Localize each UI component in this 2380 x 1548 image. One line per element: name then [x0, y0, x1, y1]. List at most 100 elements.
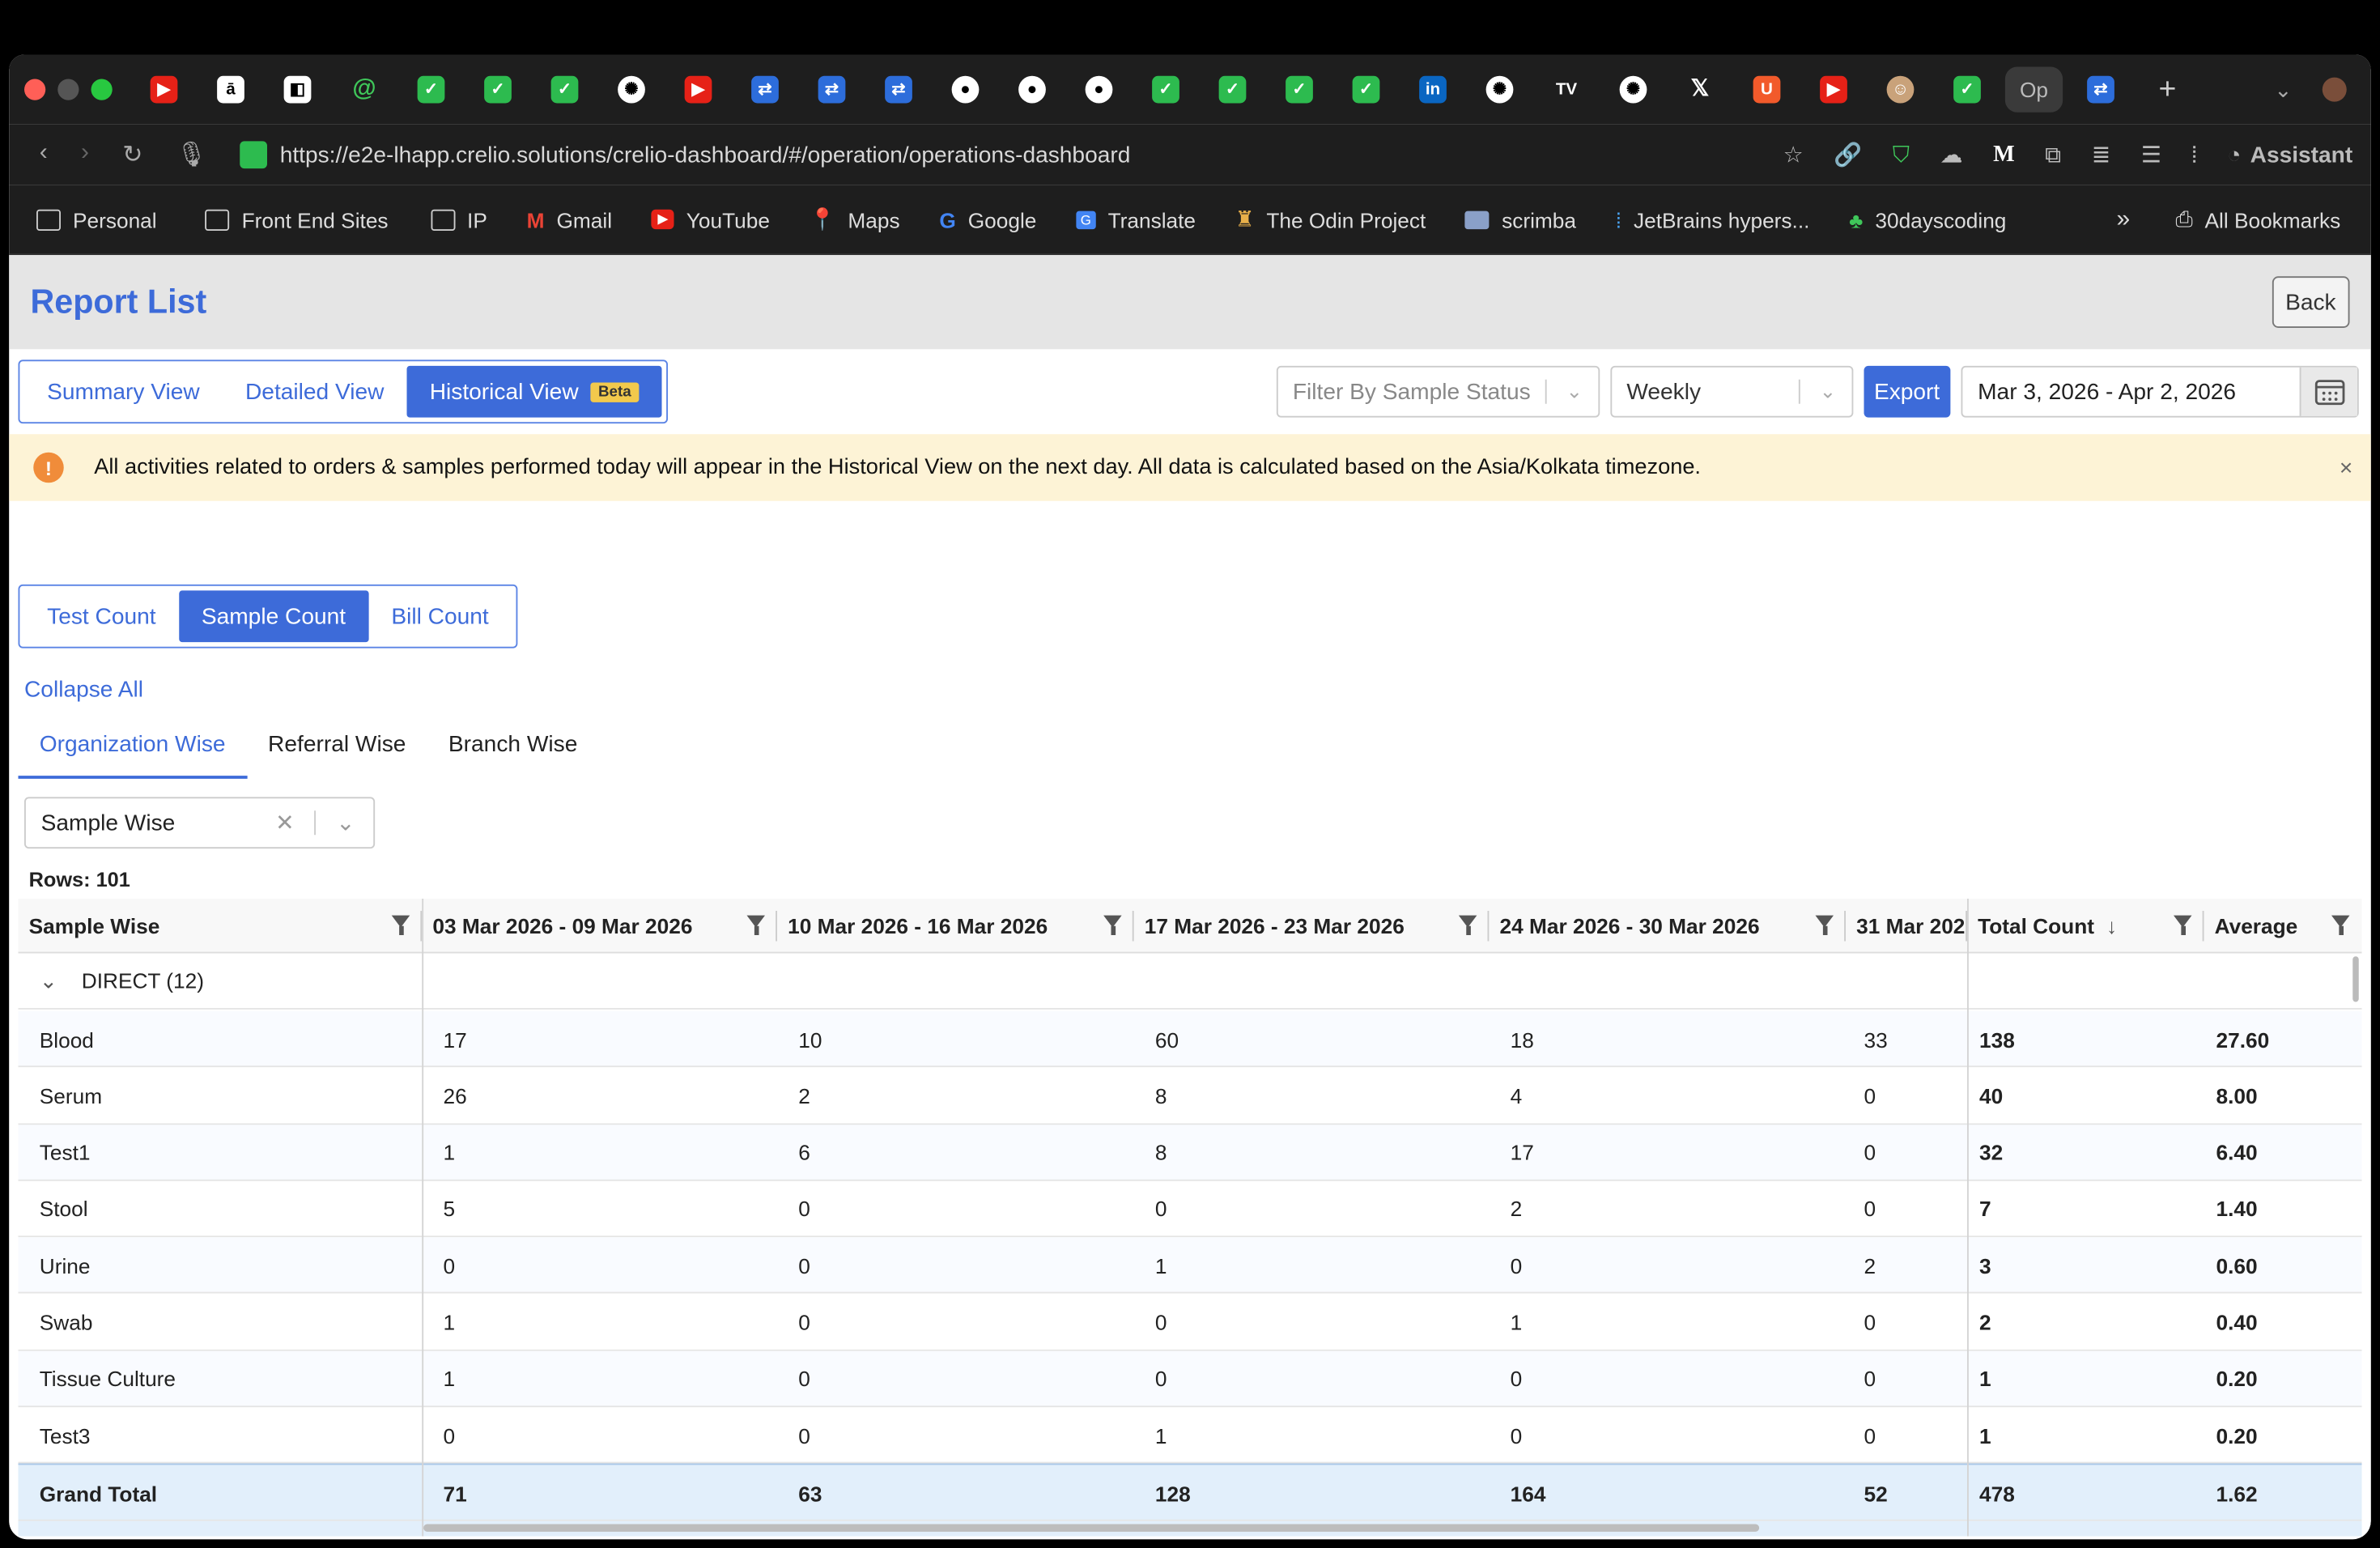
- reader-icon[interactable]: ≣: [2092, 141, 2111, 168]
- tab-check-icon[interactable]: ✓: [1266, 64, 1333, 116]
- tab-jira-icon[interactable]: ⇄: [732, 64, 799, 116]
- tab-chatgpt-icon[interactable]: ✺: [598, 64, 665, 116]
- column-header-7[interactable]: Average: [2204, 899, 2362, 954]
- bookmark-translate[interactable]: G Translate: [1076, 207, 1196, 232]
- profile-avatar-icon[interactable]: [2322, 77, 2347, 102]
- chevron-down-icon[interactable]: ⌄: [40, 968, 57, 993]
- bookmark-jetbrains[interactable]: ⁞ JetBrains hypers...: [1616, 207, 1810, 232]
- cloud-icon[interactable]: ☁: [1940, 141, 1962, 168]
- collapse-all-link[interactable]: Collapse All: [24, 677, 143, 703]
- column-header-0[interactable]: Sample Wise: [19, 899, 423, 954]
- bookmark-front-end-sites[interactable]: Front End Sites: [205, 207, 389, 232]
- tab-check-icon[interactable]: ✓: [465, 64, 532, 116]
- filter-icon[interactable]: [1815, 915, 1834, 935]
- tab-avatar-icon[interactable]: ☺: [1867, 64, 1934, 116]
- tab-chatgpt-icon[interactable]: ✺: [1600, 64, 1667, 116]
- date-range-picker[interactable]: Mar 3, 2026 - Apr 2, 2026: [1961, 365, 2359, 418]
- vertical-scrollbar[interactable]: [2352, 956, 2359, 1002]
- tab-organization-wise[interactable]: Organization Wise: [18, 720, 247, 779]
- tab-check-icon[interactable]: ✓: [1332, 64, 1400, 116]
- tab-github-icon[interactable]: ●: [1065, 64, 1133, 116]
- tab-notion-icon[interactable]: ◧: [264, 64, 331, 116]
- tab-udemy-icon[interactable]: U: [1733, 64, 1800, 116]
- tab-summary-view[interactable]: Summary View: [24, 366, 223, 418]
- bookmark-personal[interactable]: Personal: [36, 207, 157, 232]
- bookmark-star-icon[interactable]: ☆: [1783, 141, 1804, 168]
- calendar-icon[interactable]: [2299, 367, 2357, 416]
- period-select[interactable]: Weekly ⌄: [1609, 365, 1853, 418]
- audio-icon[interactable]: ⦙: [2192, 142, 2197, 168]
- bookmark-gmail[interactable]: M Gmail: [527, 207, 612, 232]
- bookmark-odin-project[interactable]: ♜ The Odin Project: [1235, 206, 1426, 232]
- tab-jira-icon[interactable]: ⇄: [798, 64, 865, 116]
- bookmark-scrimba[interactable]: scrimba: [1465, 207, 1576, 232]
- filter-icon[interactable]: [1458, 915, 1477, 935]
- column-header-6[interactable]: Total Count ↓: [1967, 899, 2204, 954]
- tab-at-icon[interactable]: @: [331, 64, 398, 116]
- menu-lines-icon[interactable]: ☰: [2141, 141, 2161, 168]
- tab-list-chevron-icon[interactable]: ⌄: [2274, 77, 2292, 103]
- close-window-icon[interactable]: [24, 79, 46, 100]
- filter-icon[interactable]: [1103, 915, 1122, 935]
- bookmark-ip[interactable]: IP: [431, 207, 487, 232]
- tab-youtube-icon[interactable]: ▶: [1800, 64, 1868, 116]
- filter-icon[interactable]: [746, 915, 765, 935]
- back-arrow-icon[interactable]: ‹: [40, 140, 48, 171]
- assistant-button[interactable]: ◔ Assistant: [2227, 142, 2352, 168]
- column-header-2[interactable]: 10 Mar 2026 - 16 Mar 2026: [777, 899, 1134, 954]
- horizontal-scrollbar[interactable]: [423, 1524, 1760, 1532]
- tab-jira-icon[interactable]: ⇄: [865, 64, 933, 116]
- bookmark-google[interactable]: G Google: [939, 207, 1036, 232]
- link-icon[interactable]: 🔗: [1834, 141, 1862, 168]
- bookmark-30dayscoding[interactable]: ♣ 30dayscoding: [1849, 207, 2006, 232]
- extensions-icon[interactable]: ⧉: [2045, 142, 2061, 168]
- tab-historical-view[interactable]: Historical View Beta: [406, 365, 662, 418]
- reload-icon[interactable]: ↻: [122, 140, 142, 171]
- more-bookmarks-icon[interactable]: »: [2117, 206, 2131, 233]
- tab-x-icon[interactable]: 𝕏: [1667, 64, 1734, 116]
- export-button[interactable]: Export: [1863, 365, 1951, 418]
- url-text[interactable]: https://e2e-lhapp.crelio.solutions/creli…: [280, 142, 1131, 168]
- group-by-select[interactable]: Sample Wise ✕ ⌄: [24, 797, 376, 849]
- group-row[interactable]: ⌄ DIRECT (12): [18, 954, 2362, 1010]
- sort-arrow-icon[interactable]: ↓: [2106, 914, 2117, 938]
- close-icon[interactable]: ×: [2340, 455, 2352, 481]
- tab-branch-wise[interactable]: Branch Wise: [427, 720, 599, 779]
- shield-icon[interactable]: ⛉: [1893, 142, 1910, 168]
- minimize-window-icon[interactable]: [57, 79, 79, 100]
- maximize-window-icon[interactable]: [91, 79, 113, 100]
- tab-referral-wise[interactable]: Referral Wise: [247, 720, 427, 779]
- tab-chatgpt-icon[interactable]: ✺: [1466, 64, 1533, 116]
- tab-github-icon[interactable]: ●: [932, 64, 999, 116]
- tab-jira-icon[interactable]: ⇄: [2068, 64, 2135, 116]
- back-button[interactable]: Back: [2272, 276, 2350, 328]
- bookmark-youtube[interactable]: ▶ YouTube: [651, 207, 770, 232]
- tab-youtube-icon[interactable]: ▶: [130, 64, 198, 116]
- filter-icon[interactable]: [2174, 915, 2192, 935]
- tab-check-icon[interactable]: ✓: [397, 64, 465, 116]
- tab-tradingview-icon[interactable]: TV: [1533, 64, 1600, 116]
- tab-app-icon[interactable]: ā: [198, 64, 265, 116]
- forward-arrow-icon[interactable]: ›: [81, 140, 89, 171]
- column-header-5[interactable]: 31 Mar 202: [1846, 899, 1967, 954]
- filter-icon[interactable]: [391, 915, 410, 935]
- all-bookmarks-button[interactable]: ⎙ All Bookmarks: [2175, 206, 2340, 232]
- tab-check-icon[interactable]: ✓: [1133, 64, 1200, 116]
- tab-linkedin-icon[interactable]: in: [1400, 64, 1467, 116]
- tab-youtube-icon[interactable]: ▶: [665, 64, 732, 116]
- microphone-icon[interactable]: 🎙: [176, 140, 207, 171]
- bookmark-maps[interactable]: 📍 Maps: [810, 206, 900, 232]
- tab-check-icon[interactable]: ✓: [1199, 64, 1266, 116]
- clear-icon[interactable]: ✕: [275, 809, 295, 836]
- sample-status-filter[interactable]: Filter By Sample Status ⌄: [1276, 365, 1600, 418]
- medium-icon[interactable]: M: [1993, 142, 2015, 168]
- tab-bill-count[interactable]: Bill Count: [368, 590, 512, 642]
- tab-github-icon[interactable]: ●: [999, 64, 1066, 116]
- new-tab-icon[interactable]: +: [2134, 64, 2201, 116]
- column-header-4[interactable]: 24 Mar 2026 - 30 Mar 2026: [1489, 899, 1846, 954]
- column-header-3[interactable]: 17 Mar 2026 - 23 Mar 2026: [1134, 899, 1490, 954]
- tab-detailed-view[interactable]: Detailed View: [223, 366, 407, 418]
- tab-check-icon[interactable]: ✓: [531, 64, 598, 116]
- column-header-1[interactable]: 03 Mar 2026 - 09 Mar 2026: [422, 899, 777, 954]
- filter-icon[interactable]: [2331, 915, 2350, 935]
